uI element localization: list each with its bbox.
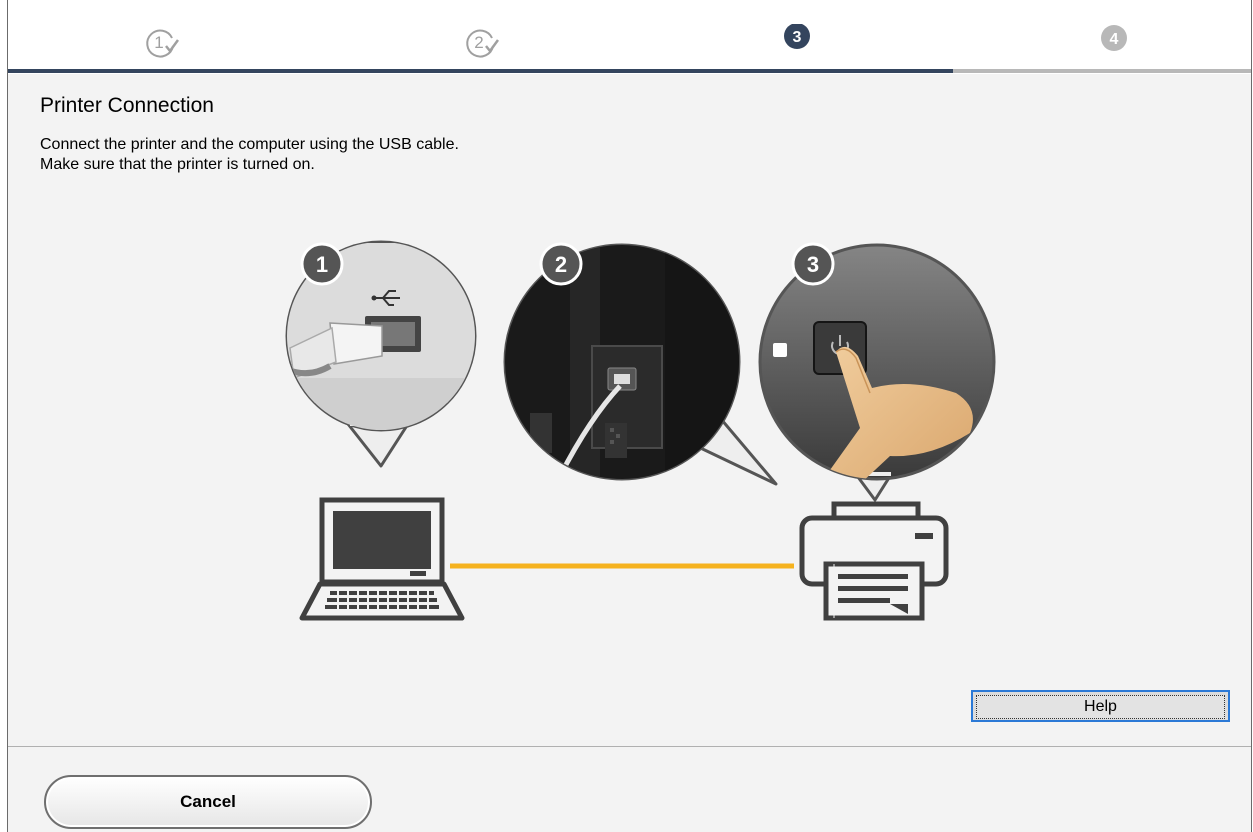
step-2-label: 2: [474, 33, 483, 52]
callout-2-number: 2: [555, 252, 567, 277]
window-left-edge: [0, 0, 8, 832]
step-indicator-bar: 1 2 3 4: [8, 0, 1251, 74]
step-3-current-icon: 3: [779, 23, 815, 60]
cancel-button[interactable]: Cancel: [44, 775, 372, 829]
step-2-done-icon: 2: [464, 24, 500, 60]
laptop-icon: [299, 497, 465, 621]
step-4-pending-icon: 4: [1096, 24, 1132, 60]
callout-1-computer-port: 1: [285, 240, 477, 468]
help-button-label: Help: [976, 695, 1225, 719]
callout-1-number: 1: [316, 252, 328, 277]
usb-connection-illustration: 1 2 3: [285, 240, 996, 621]
instruction-line-2: Make sure that the printer is turned on.: [40, 156, 315, 173]
callout-3-number: 3: [807, 252, 819, 277]
step-1-done-icon: 1: [144, 24, 180, 60]
step-progress-fill: [8, 69, 953, 73]
footer-divider: [8, 746, 1251, 747]
step-3-label: 3: [793, 29, 802, 46]
step-4-label: 4: [1110, 31, 1119, 48]
step-1-label: 1: [154, 33, 163, 52]
step-progress-track: [8, 69, 1251, 73]
printer-icon: [799, 501, 949, 621]
instructions: Connect the printer and the computer usi…: [40, 135, 459, 175]
instruction-line-1: Connect the printer and the computer usi…: [40, 136, 459, 153]
callout-2-printer-port: 2: [503, 242, 778, 486]
help-button[interactable]: Help: [971, 690, 1230, 722]
page-title: Printer Connection: [40, 94, 214, 117]
callout-3-power-button: 3: [758, 242, 996, 502]
